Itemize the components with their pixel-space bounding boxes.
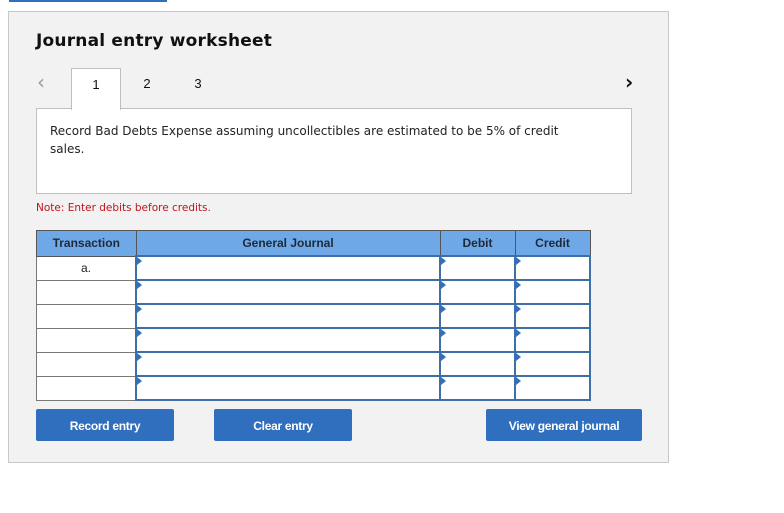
chevron-right-icon[interactable]: › [625,70,633,94]
account-input[interactable] [137,257,439,279]
credit-cell [514,327,591,353]
dropdown-indicator-icon [441,329,446,337]
dropdown-indicator-icon [516,305,521,313]
description-box: Record Bad Debts Expense assuming uncoll… [36,108,632,194]
credit-cell [514,303,591,329]
debit-cell [439,255,516,281]
note-text: Note: Enter debits before credits. [36,202,211,214]
transaction-cell [36,375,137,401]
top-accent-bar [9,0,167,2]
dropdown-indicator-icon [516,329,521,337]
table-header-row: Transaction General Journal Debit Credit [36,230,591,257]
table-row [36,327,591,353]
table-row: a. [36,255,591,281]
dropdown-indicator-icon [516,353,521,361]
tab-2[interactable]: 2 [122,68,172,109]
header-debit: Debit [439,230,516,257]
view-general-journal-button[interactable]: View general journal [486,409,642,441]
dropdown-indicator-icon [137,377,142,385]
chevron-left-icon[interactable]: ‹ [37,70,45,94]
table-row [36,375,591,401]
credit-cell [514,255,591,281]
account-input[interactable] [137,329,439,351]
dropdown-indicator-icon [516,377,521,385]
account-input[interactable] [137,305,439,327]
debit-input[interactable] [441,377,514,399]
dropdown-indicator-icon [137,353,142,361]
account-input[interactable] [137,377,439,399]
journal-table: Transaction General Journal Debit Credit… [36,230,591,401]
transaction-cell [36,303,137,329]
credit-input[interactable] [516,257,589,279]
account-cell [135,351,441,377]
debit-cell [439,351,516,377]
transaction-cell [36,279,137,305]
credit-input[interactable] [516,281,589,303]
debit-cell [439,327,516,353]
debit-cell [439,375,516,401]
debit-input[interactable] [441,305,514,327]
transaction-cell [36,351,137,377]
dropdown-indicator-icon [137,281,142,289]
credit-input[interactable] [516,377,589,399]
dropdown-indicator-icon [516,281,521,289]
dropdown-indicator-icon [441,377,446,385]
account-cell [135,303,441,329]
account-cell [135,327,441,353]
transaction-cell [36,327,137,353]
page-title: Journal entry worksheet [36,31,273,51]
debit-cell [439,279,516,305]
tab-3[interactable]: 3 [173,68,223,109]
credit-cell [514,279,591,305]
dropdown-indicator-icon [137,305,142,313]
table-row [36,303,591,329]
table-row [36,279,591,305]
debit-cell [439,303,516,329]
debit-input[interactable] [441,329,514,351]
account-input[interactable] [137,281,439,303]
credit-input[interactable] [516,329,589,351]
dropdown-indicator-icon [516,257,521,265]
description-text: Record Bad Debts Expense assuming uncoll… [50,124,559,156]
dropdown-indicator-icon [137,257,142,265]
credit-cell [514,351,591,377]
header-transaction: Transaction [36,230,137,257]
record-entry-button[interactable]: Record entry [36,409,174,441]
account-input[interactable] [137,353,439,375]
tab-1[interactable]: 1 [71,68,121,110]
transaction-cell: a. [36,255,137,281]
credit-cell [514,375,591,401]
credit-input[interactable] [516,305,589,327]
dropdown-indicator-icon [441,353,446,361]
debit-input[interactable] [441,353,514,375]
dropdown-indicator-icon [441,305,446,313]
header-credit: Credit [514,230,591,257]
dropdown-indicator-icon [441,257,446,265]
clear-entry-button[interactable]: Clear entry [214,409,352,441]
dropdown-indicator-icon [441,281,446,289]
credit-input[interactable] [516,353,589,375]
account-cell [135,279,441,305]
account-cell [135,255,441,281]
table-row [36,351,591,377]
account-cell [135,375,441,401]
debit-input[interactable] [441,257,514,279]
header-general-journal: General Journal [135,230,441,257]
dropdown-indicator-icon [137,329,142,337]
debit-input[interactable] [441,281,514,303]
